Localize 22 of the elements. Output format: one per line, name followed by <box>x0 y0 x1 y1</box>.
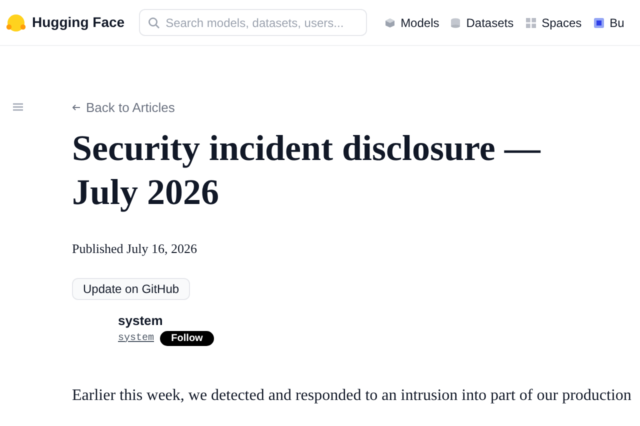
back-link[interactable]: Back to Articles <box>72 98 175 118</box>
database-icon <box>451 18 460 28</box>
author-name: system <box>118 312 164 330</box>
author-handle[interactable]: system <box>118 330 154 346</box>
nav-link[interactable]: Models <box>384 14 440 32</box>
github-button[interactable]: Update on GitHub <box>72 278 190 300</box>
cube-icon <box>384 18 395 28</box>
search-field[interactable]: Search models, datasets, users... <box>138 9 367 36</box>
hugging-face-logo-icon[interactable] <box>6 12 26 32</box>
follow-button[interactable]: Follow <box>160 330 214 346</box>
square-icon <box>594 18 604 28</box>
brand-name[interactable]: Hugging Face <box>32 12 125 33</box>
menu-icon[interactable] <box>13 103 23 111</box>
search-icon <box>148 17 160 29</box>
published-date: Published July 16, 2026 <box>72 240 198 258</box>
grid-icon <box>526 18 536 28</box>
article-title: Security incident disclosure — July 2026 <box>72 126 542 214</box>
nav-link[interactable]: Bu <box>594 14 624 32</box>
nav-link[interactable]: Datasets <box>451 14 514 32</box>
article-paragraph: Earlier this week, we detected and responded to an intrusion into part of our production <box>72 386 632 406</box>
nav-link[interactable]: Spaces <box>526 14 582 32</box>
arrow-left-icon <box>72 104 80 112</box>
